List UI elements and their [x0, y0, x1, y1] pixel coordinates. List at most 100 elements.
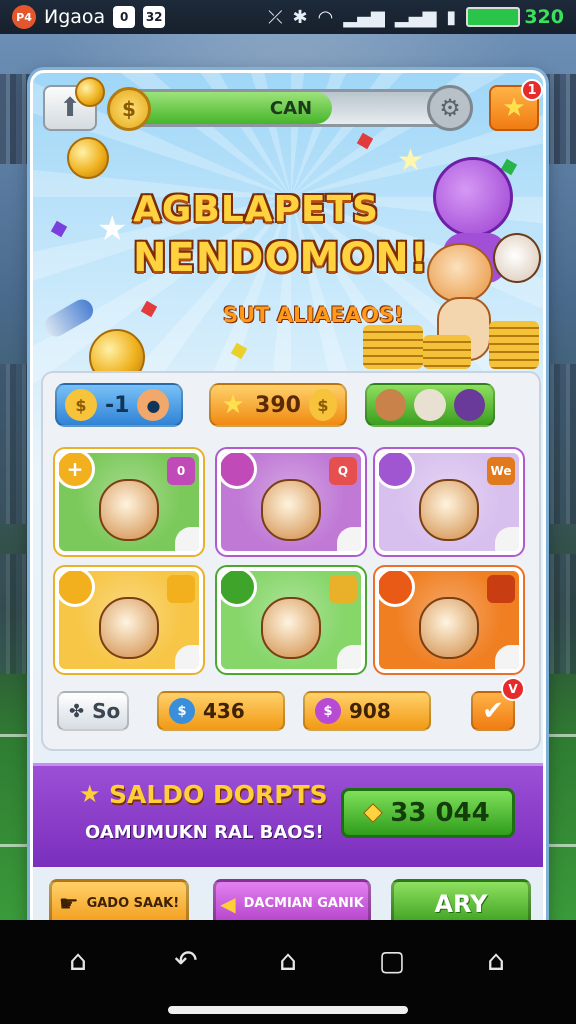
storage-icon: ▮	[446, 6, 457, 28]
ary-button-label: ARY	[434, 890, 488, 918]
card-badge-icon	[59, 571, 95, 607]
progress-label: CAN	[269, 97, 313, 119]
stadium-background: ⬆ CAN $ ⚙ ★ 1 ★ ★ AGBLAPETS NENDOMON! SU…	[0, 34, 576, 920]
pill-stars[interactable]: ★ 390 $	[209, 383, 347, 427]
card-golden-dog[interactable]	[375, 567, 523, 673]
star-sparkle-icon: ★	[397, 143, 424, 178]
main-panel: ⬆ CAN $ ⚙ ★ 1 ★ ★ AGBLAPETS NENDOMON! SU…	[30, 70, 546, 920]
card-corner-icon	[175, 645, 199, 669]
dog-face-icon	[375, 389, 407, 421]
card-monster-friends[interactable]: Q	[217, 449, 365, 555]
bluetooth-icon: ✱	[292, 6, 308, 28]
battery-icon	[466, 7, 521, 27]
ary-button[interactable]: ARY	[391, 879, 531, 920]
pill-stars-value: 390	[255, 392, 301, 418]
gado-button[interactable]: ☛ GADO SAAK!	[49, 879, 189, 920]
puppy-mascot	[493, 233, 541, 283]
top-bar: ⬆ CAN $ ⚙ ★ 1	[43, 79, 543, 131]
card-character-art	[99, 479, 159, 541]
back-icon[interactable]: ↶	[166, 940, 206, 980]
card-panda-ball[interactable]	[55, 567, 203, 673]
card-badge-icon	[379, 571, 415, 607]
card-corner-icon	[495, 645, 519, 669]
dacmian-button[interactable]: ◀ DACMIAN GANIK	[213, 879, 371, 920]
coin-icon: $	[65, 389, 97, 421]
gear-icon[interactable]: ⚙	[427, 85, 473, 131]
card-tag	[487, 575, 515, 603]
card-character-art	[261, 597, 321, 659]
wifi-icon: ◠	[317, 6, 334, 28]
card-tag: 0	[167, 457, 195, 485]
pill-coins-value: -1	[105, 392, 130, 418]
coin-stack-icon	[363, 325, 423, 369]
banner-title: SALDO DORPTS	[109, 780, 328, 809]
card-pets-meadow[interactable]: +0	[55, 449, 203, 555]
card-coin-treasure[interactable]: We	[375, 449, 523, 555]
status-app-name: Иgaoa	[44, 6, 106, 28]
star-icon: ★	[79, 780, 101, 808]
reward-banner: ★ SALDO DORPTS OAMUMUKN RAL BAOS! 33 044	[33, 763, 543, 867]
notification-badge-icon: P4	[12, 5, 36, 29]
blue-gem-value: 436	[203, 699, 245, 723]
card-character-art	[261, 479, 321, 541]
game-subtitle: SUT ALIAEAOS!	[223, 303, 404, 327]
banner-subtitle: OAMUMUKN RAL BAOS!	[85, 822, 324, 843]
filter-label: So	[92, 699, 121, 723]
battery-indicator: 320	[466, 6, 564, 28]
card-tag: Q	[329, 457, 357, 485]
check-badge: V	[501, 677, 525, 701]
coin-stack-icon	[423, 335, 471, 369]
purple-gem-value: 908	[349, 699, 391, 723]
purple-coin-icon: $	[315, 698, 341, 724]
card-corner-icon	[175, 527, 199, 551]
card-tag	[329, 575, 357, 603]
house-icon[interactable]: ⌂	[268, 940, 308, 980]
card-character-art	[99, 597, 159, 659]
card-corner-icon	[337, 645, 361, 669]
pill-pets[interactable]	[365, 383, 495, 427]
star-sparkle-icon: ★	[97, 209, 128, 249]
card-badge-icon: +	[59, 453, 95, 489]
coin-icon: $	[107, 87, 151, 131]
notification-badge: 1	[521, 79, 543, 101]
card-corner-icon	[337, 527, 361, 551]
card-character-art	[419, 597, 479, 659]
filter-button[interactable]: ✤ So	[57, 691, 129, 731]
status-bar: P4 Иgaoa 0 32 ⤫ ✱ ◠ ▂▄▆ ▂▄▆ ▮ 320	[0, 0, 576, 34]
dog-face-icon: ●	[137, 389, 170, 421]
home-outline-icon[interactable]: ⌂	[476, 940, 516, 980]
navigation-bar: ⌂ ↶ ⌂ ▢ ⌂	[0, 920, 576, 1024]
arrow-left-icon: ◀	[220, 892, 236, 916]
square-icon[interactable]: ▢	[372, 940, 412, 980]
home-icon[interactable]: ⌂	[58, 940, 98, 980]
coin-icon	[67, 137, 109, 179]
blue-gem-counter[interactable]: $ 436	[157, 691, 285, 731]
reward-counter-value: 33 044	[390, 798, 490, 828]
favorites-button[interactable]: ★ 1	[489, 79, 543, 131]
battery-value: 320	[524, 6, 564, 28]
star-icon: ★	[502, 93, 526, 123]
status-box-icon: 32	[143, 6, 166, 28]
monster-face-icon	[453, 389, 485, 421]
gem-icon	[363, 803, 384, 823]
signal-icon: ▂▄▆	[394, 6, 437, 28]
no-signal-icon: ⤫	[268, 6, 283, 28]
pill-coins[interactable]: $ -1 ●	[55, 383, 183, 427]
puzzle-icon: ✤	[69, 700, 85, 722]
hand-icon: ☛	[58, 891, 79, 917]
signal-icon: ▂▄▆	[343, 6, 385, 28]
home-indicator[interactable]	[168, 1006, 408, 1014]
card-badge-icon	[221, 453, 257, 489]
card-dog-park[interactable]	[217, 567, 365, 673]
progress-bar: CAN	[117, 89, 465, 127]
reward-counter[interactable]: 33 044	[341, 788, 515, 838]
dacmian-button-label: DACMIAN GANIK	[243, 896, 364, 911]
card-badge-icon	[221, 571, 257, 607]
status-box-icon: 0	[113, 6, 136, 28]
card-tag	[167, 575, 195, 603]
card-corner-icon	[495, 527, 519, 551]
cat-face-icon	[414, 389, 446, 421]
game-title-line1: AGBLAPETS	[133, 189, 380, 230]
card-badge-icon	[379, 453, 415, 489]
purple-gem-counter[interactable]: $ 908	[303, 691, 431, 731]
